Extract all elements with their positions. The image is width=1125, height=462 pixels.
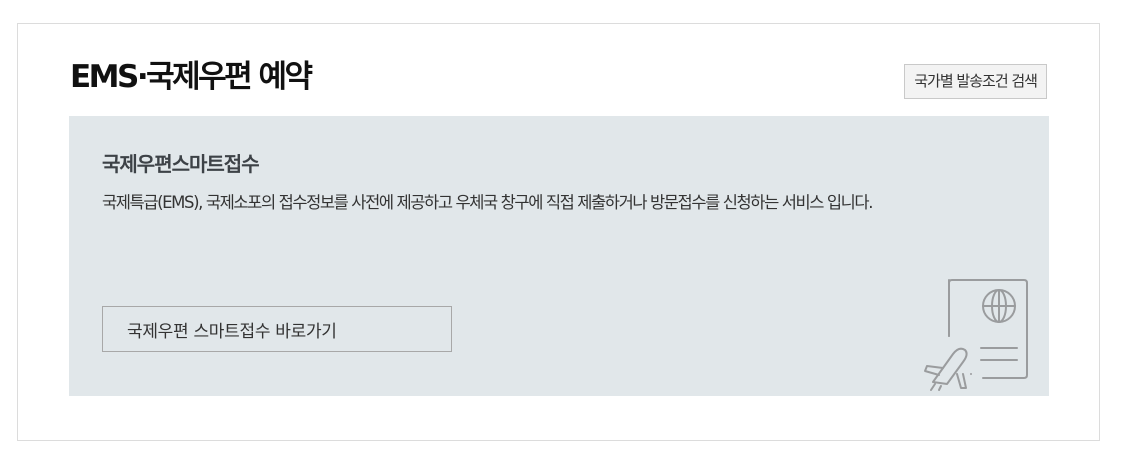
smart-intake-panel: 국제우편스마트접수 국제특급(EMS), 국제소포의 접수정보를 사전에 제공하… <box>69 116 1049 396</box>
ems-reservation-card: EMS·국제우편 예약 국가별 발송조건 검색 국제우편스마트접수 국제특급(E… <box>17 23 1100 441</box>
smart-intake-shortcut-button[interactable]: 국제우편 스마트접수 바로가기 <box>102 306 452 352</box>
country-search-button[interactable]: 국가별 발송조건 검색 <box>904 64 1047 99</box>
passport-airplane-icon <box>924 279 1028 391</box>
smart-intake-description: 국제특급(EMS), 국제소포의 접수정보를 사전에 제공하고 우체국 창구에 … <box>102 193 873 212</box>
smart-intake-heading: 국제우편스마트접수 <box>102 152 260 176</box>
page-title: EMS·국제우편 예약 <box>70 59 313 95</box>
